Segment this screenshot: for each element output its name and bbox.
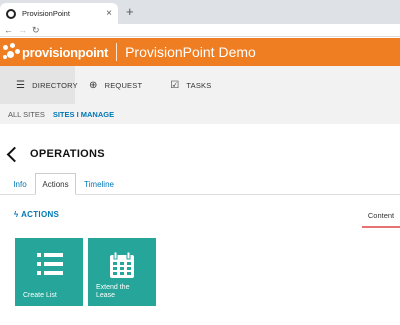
content-tab[interactable]: Content <box>362 211 400 228</box>
tab-timeline[interactable]: Timeline <box>78 173 120 195</box>
browser-toolbar: ← → ↻ <box>0 24 400 37</box>
action-tile-extend-lease[interactable]: Extend the Lease <box>88 238 156 306</box>
new-tab-button[interactable]: + <box>126 4 134 19</box>
actions-heading: ϟ ACTIONS <box>14 210 59 219</box>
nav-request[interactable]: ⊕ REQUEST <box>75 66 156 104</box>
top-navigation: ☰ DIRECTORY ⊕ REQUEST ☑ TASKS <box>0 66 400 104</box>
nav-tasks-label: TASKS <box>186 80 212 90</box>
sites-i-manage-link[interactable]: SITES I MANAGE <box>53 110 114 119</box>
lightning-icon: ϟ <box>14 210 19 219</box>
tab-actions[interactable]: Actions <box>35 173 76 195</box>
close-tab-icon[interactable]: × <box>106 8 112 19</box>
actions-heading-label: ACTIONS <box>21 210 60 219</box>
list-icon <box>37 253 63 275</box>
logo-mark-icon <box>3 43 21 61</box>
back-chevron-icon[interactable] <box>6 146 23 162</box>
calendar-icon <box>110 252 134 278</box>
nav-directory-label: DIRECTORY <box>32 80 78 90</box>
browser-tab[interactable]: ProvisionPoint × <box>0 3 118 24</box>
plus-circle-icon: ⊕ <box>89 79 98 91</box>
app-title: ProvisionPoint Demo <box>125 44 256 60</box>
detail-tabs: Info Actions Timeline <box>0 173 400 195</box>
action-tile-create-list[interactable]: Create List <box>15 238 83 306</box>
action-tile-label: Extend the Lease <box>96 283 130 300</box>
nav-tasks[interactable]: ☑ TASKS <box>156 66 225 104</box>
app-header: provisionpoint ProvisionPoint Demo <box>0 38 400 66</box>
list-icon: ☰ <box>16 79 26 91</box>
action-tile-label: Create List <box>23 292 57 300</box>
nav-request-label: REQUEST <box>104 80 143 90</box>
forward-arrow-icon[interactable]: → <box>18 25 27 35</box>
sub-navigation: ALL SITES SITES I MANAGE <box>0 104 400 124</box>
header-divider <box>116 43 118 61</box>
provisionpoint-logo[interactable]: provisionpoint <box>3 43 108 61</box>
browser-tabstrip: ProvisionPoint × + <box>0 0 400 24</box>
tab-info[interactable]: Info <box>6 173 34 195</box>
provisionpoint-favicon-icon <box>6 8 16 19</box>
page-heading: OPERATIONS <box>6 146 105 162</box>
page-title: OPERATIONS <box>30 148 105 160</box>
nav-directory[interactable]: ☰ DIRECTORY <box>0 66 78 104</box>
reload-icon[interactable]: ↻ <box>32 25 40 35</box>
checkbox-icon: ☑ <box>170 79 180 91</box>
all-sites-link[interactable]: ALL SITES <box>8 110 45 119</box>
browser-tab-title: ProvisionPoint <box>22 9 70 18</box>
logo-text: provisionpoint <box>22 44 109 60</box>
back-arrow-icon[interactable]: ← <box>4 25 13 35</box>
